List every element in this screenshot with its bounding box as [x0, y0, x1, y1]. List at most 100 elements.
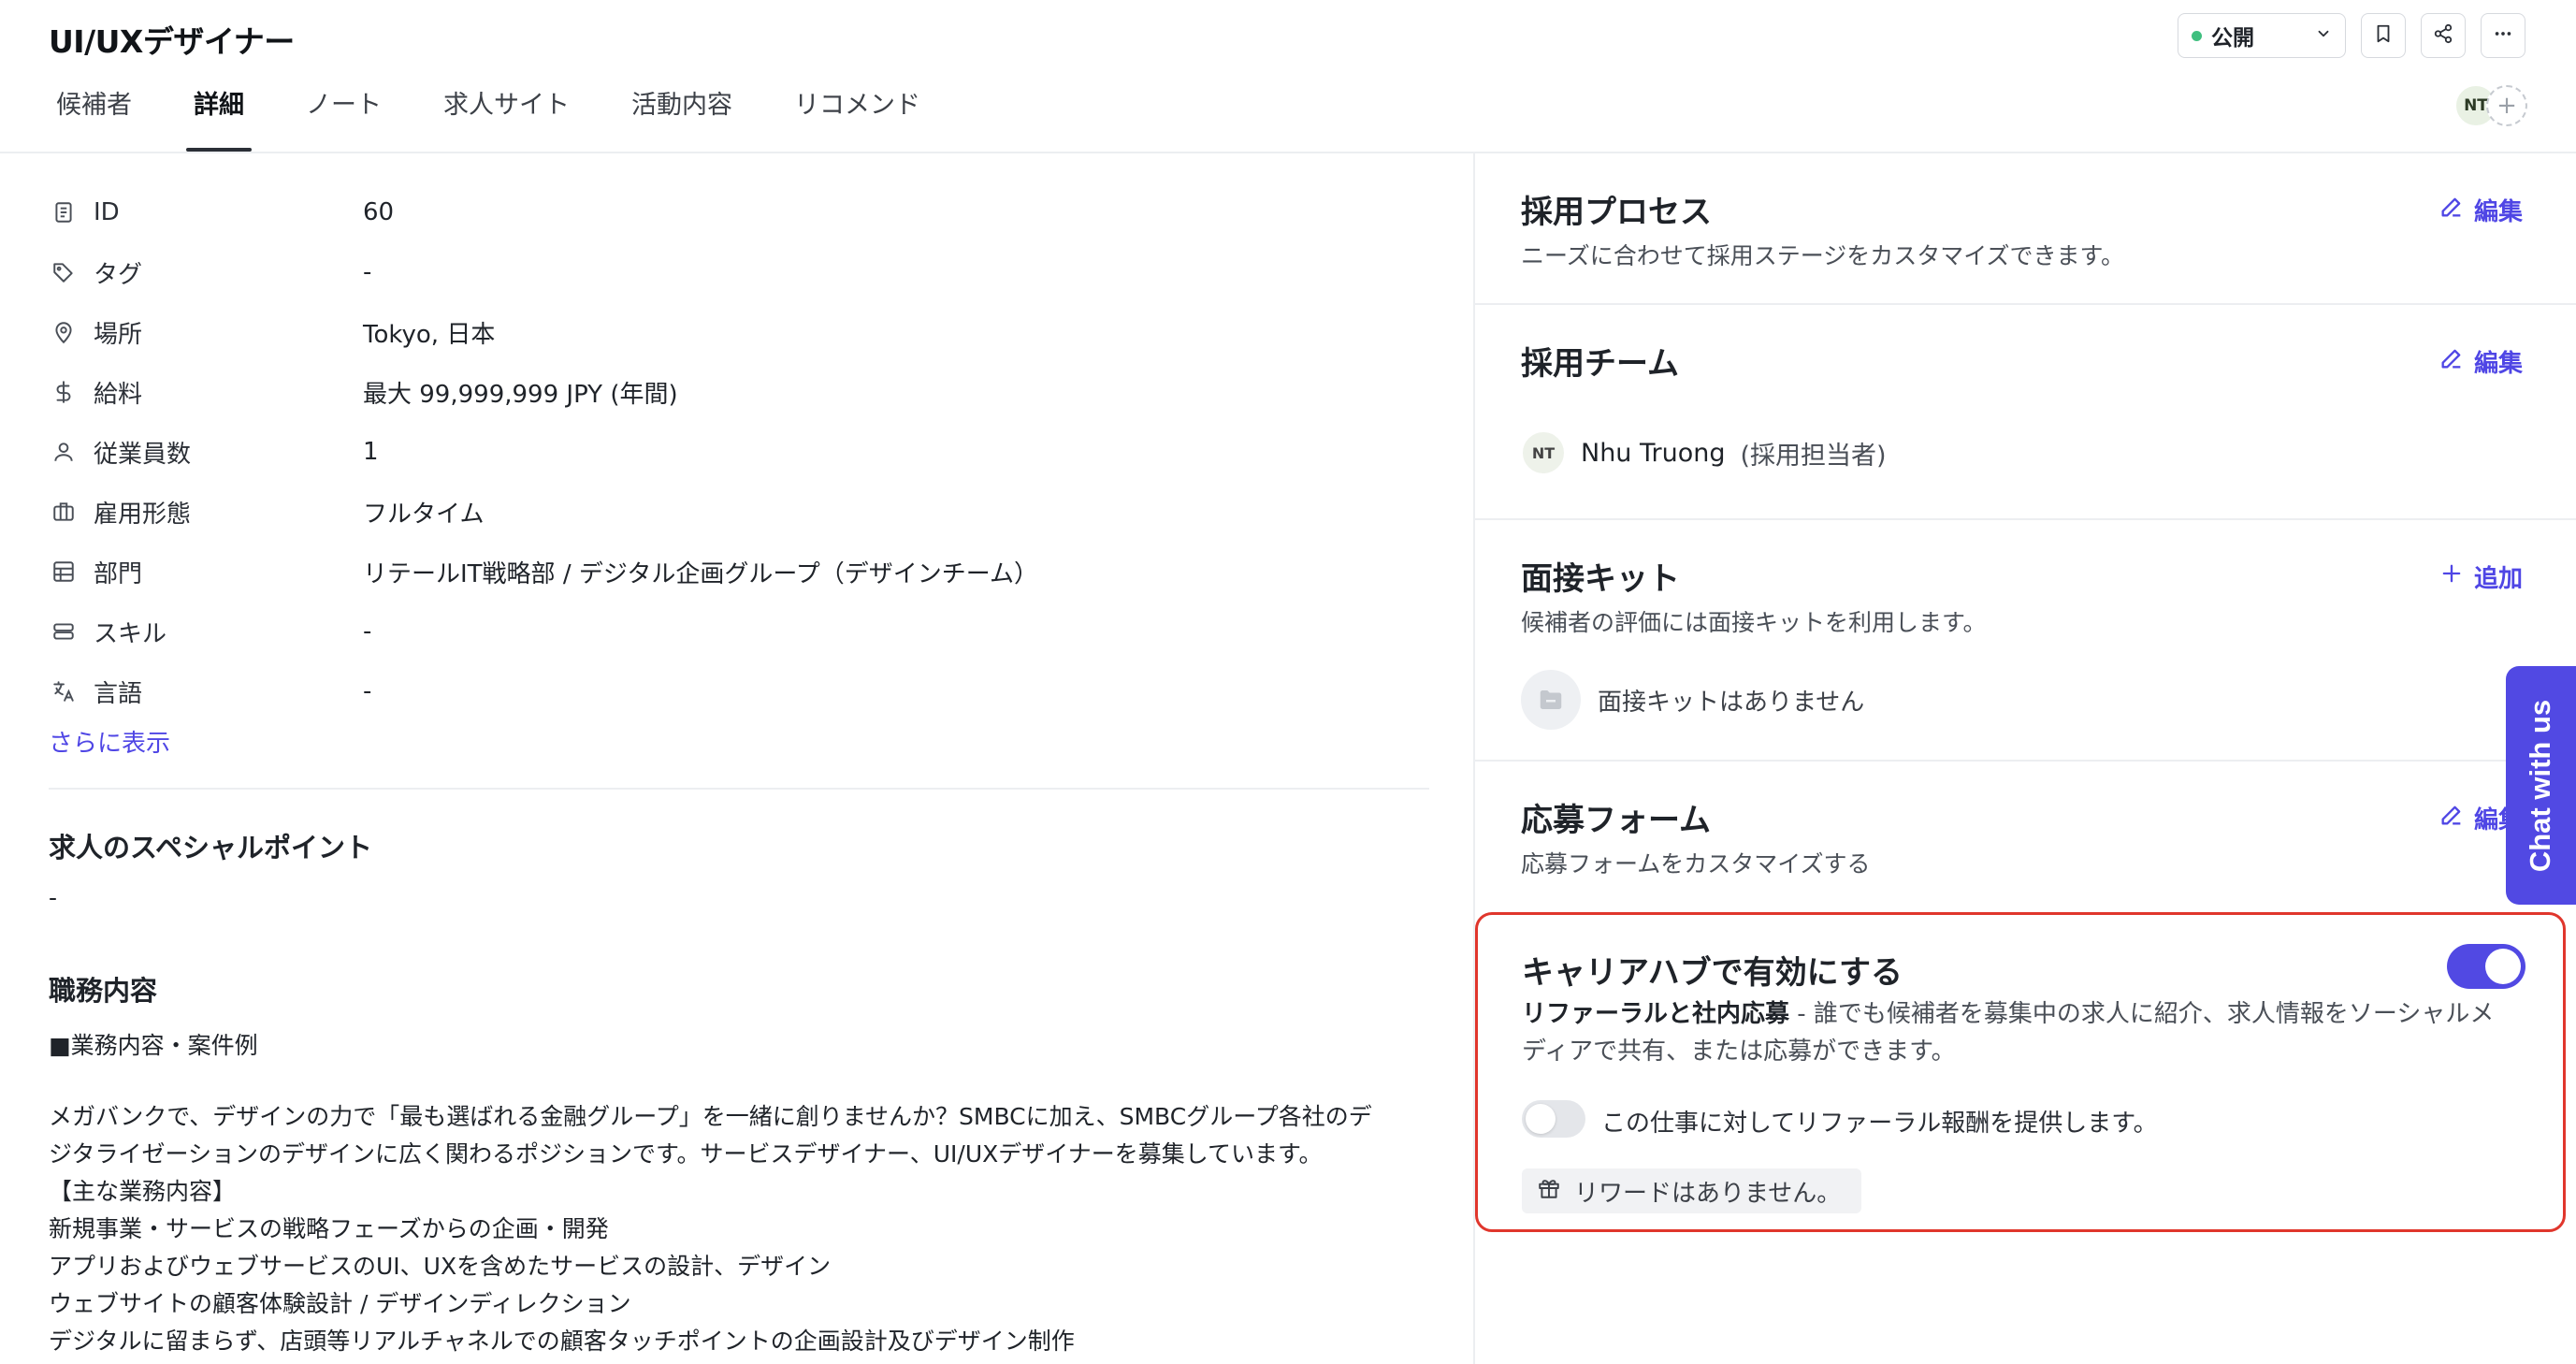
tab-bar: 候補者 詳細 ノート 求人サイト 活動内容 リコメンド [49, 65, 975, 152]
status-dot [2192, 30, 2202, 41]
edit-label: 編集 [2473, 350, 2523, 378]
skill-icon [49, 617, 79, 646]
card-divider [1475, 760, 2576, 762]
duties-line: メガバンクで、デザインの力で「最も選ばれる金融グループ」を一緒に創りませんか？S… [49, 1103, 1372, 1130]
id-card-icon [49, 197, 79, 227]
field-employees: 従業員数 1 [49, 433, 379, 471]
section-divider [49, 788, 1429, 790]
special-points-heading: 求人のスペシャルポイント [49, 832, 372, 863]
field-label: 言語 [94, 679, 143, 708]
process-subtitle: ニーズに合わせて採用ステージをカスタマイズできます。 [1521, 242, 2125, 269]
member-name: Nhu Truong [1581, 438, 1726, 468]
field-label: 従業員数 [94, 440, 192, 469]
card-divider [1475, 518, 2576, 520]
duties-line: ジタライゼーションのデザインに広く関わるポジションです。サービスデザイナー、UI… [49, 1140, 1323, 1168]
tab-notes[interactable]: ノート [298, 65, 389, 152]
field-label: スキル [94, 619, 167, 648]
process-title: 採用プロセス [1521, 194, 1712, 231]
field-salary: 給料 最大 99,999,999 JPY (年間) [49, 373, 678, 411]
duties-line: ウェブサイトの顧客体験設計 / デザインディレクション [49, 1290, 631, 1317]
ellipsis-icon [2493, 23, 2513, 48]
field-languages: 言語 - [49, 673, 371, 710]
field-value: - [363, 677, 372, 705]
briefcase-icon [49, 497, 79, 527]
status-select[interactable]: 公開 [2178, 13, 2346, 58]
career-hub-toggle[interactable] [2447, 944, 2525, 989]
translate-icon [49, 676, 79, 706]
edit-team-button[interactable]: 編集 [2439, 344, 2523, 379]
field-tags: タグ - [49, 254, 371, 291]
duties-line: ■業務内容・案件例 [49, 1032, 258, 1059]
field-department: 部門 リテールIT戦略部 / デジタル企画グループ（デザインチーム） [49, 553, 1038, 590]
chat-with-us-button[interactable]: Chat with us [2506, 666, 2576, 905]
tab-recommend[interactable]: リコメンド [787, 65, 928, 152]
add-interview-kit-button[interactable]: 追加 [2439, 559, 2523, 594]
share-icon [2433, 23, 2453, 48]
referral-reward-toggle[interactable] [1522, 1100, 1585, 1138]
referral-reward-label: この仕事に対してリファーラル報酬を提供します。 [1601, 1110, 2158, 1138]
reward-empty-chip: リワードはありません。 [1522, 1168, 1862, 1213]
field-label: 雇用形態 [94, 500, 192, 529]
chevron-down-icon [2315, 23, 2332, 48]
field-label: タグ [94, 260, 143, 289]
edit-process-button[interactable]: 編集 [2439, 193, 2523, 227]
user-icon [49, 437, 79, 467]
career-hub-title: キャリアハブで有効にする [1522, 954, 1903, 992]
member-role: (採用担当者) [1740, 441, 1887, 471]
bookmark-button[interactable] [2361, 13, 2406, 58]
tag-icon [49, 257, 79, 287]
special-points-value: - [49, 884, 58, 911]
team-title: 採用チーム [1521, 345, 1679, 383]
team-member: NT Nhu Truong (採用担当者) [1521, 430, 1887, 475]
field-skills: スキル - [49, 613, 371, 650]
status-label: 公開 [2211, 26, 2254, 51]
table-icon [49, 557, 79, 587]
job-detail-page: UI/UXデザイナー 公開 候補者 詳細 ノート 求人サイト 活動内容 リコメン… [0, 0, 2576, 1364]
field-value: リテールIT戦略部 / デジタル企画グループ（デザインチーム） [363, 559, 1038, 588]
field-label: 給料 [94, 380, 143, 409]
chat-label: Chat with us [2524, 699, 2557, 872]
duties-line: 新規事業・サービスの戦略フェーズからの企画・開発 [49, 1215, 609, 1242]
interview-kit-empty-text: 面接キットはありません [1598, 688, 1865, 717]
pencil-icon [2439, 802, 2465, 834]
more-options-button[interactable] [2481, 13, 2525, 58]
avatar: NT [1521, 430, 1566, 475]
field-id: ID 60 [49, 194, 394, 231]
field-label: 場所 [94, 320, 143, 349]
gift-icon [1537, 1176, 1561, 1207]
card-divider [1475, 303, 2576, 305]
application-form-title: 応募フォーム [1521, 802, 1711, 839]
hiring-team-avatars: NT + [2454, 84, 2527, 127]
header-divider [0, 152, 2576, 153]
pencil-icon [2439, 345, 2465, 378]
application-form-subtitle: 応募フォームをカスタマイズする [1521, 850, 1871, 878]
plus-icon [2439, 560, 2465, 593]
bookmark-icon [2373, 23, 2394, 48]
field-value: Tokyo, 日本 [363, 320, 496, 349]
career-hub-desc-bold: リファーラルと社内応募 [1522, 1000, 1790, 1028]
add-member-button[interactable]: + [2486, 85, 2527, 126]
field-label: ID [94, 198, 120, 226]
tab-details[interactable]: 詳細 [186, 65, 252, 152]
field-value: 1 [363, 438, 379, 466]
career-hub-description: リファーラルと社内応募 - 誰でも候補者を募集中の求人に紹介、求人情報をソーシャ… [1522, 995, 2513, 1070]
tab-activity[interactable]: 活動内容 [624, 65, 740, 152]
share-button[interactable] [2421, 13, 2466, 58]
page-title: UI/UXデザイナー [49, 23, 295, 60]
show-more-link[interactable]: さらに表示 [49, 724, 170, 759]
reward-empty-text: リワードはありません。 [1574, 1179, 1842, 1208]
interview-kit-title: 面接キット [1521, 560, 1680, 598]
field-location: 場所 Tokyo, 日本 [49, 313, 495, 351]
interview-kit-empty: 面接キットはありません [1521, 670, 1864, 730]
tab-job-sites[interactable]: 求人サイト [436, 65, 577, 152]
field-label: 部門 [94, 559, 143, 588]
field-value: 60 [363, 198, 395, 226]
plus-icon: + [2496, 92, 2517, 120]
pencil-icon [2439, 194, 2465, 226]
field-employment-type: 雇用形態 フルタイム [49, 493, 484, 530]
career-hub-card: キャリアハブで有効にする リファーラルと社内応募 - 誰でも候補者を募集中の求人… [1475, 912, 2566, 1232]
tab-candidates[interactable]: 候補者 [49, 65, 139, 152]
duties-line: デジタルに留まらず、店頭等リアルチャネルでの顧客タッチポイントの企画設計及びデザ… [49, 1328, 1075, 1355]
field-value: - [363, 617, 372, 646]
folder-icon [1521, 670, 1581, 730]
